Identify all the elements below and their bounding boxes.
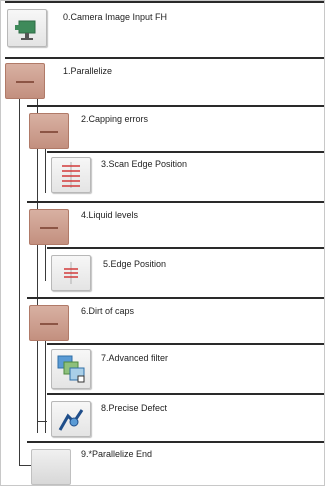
flow-item-label: 6.Dirt of caps <box>81 306 135 316</box>
flow-item-label: 1.Parallelize <box>63 66 113 76</box>
flow-item-label: 8.Precise Defect <box>101 403 168 413</box>
precise-defect-icon <box>51 401 91 437</box>
flow-item-edge-position[interactable]: 5.Edge Position <box>1 247 324 293</box>
flow-item-label: 0.Camera Image Input FH <box>63 12 168 22</box>
parallelize-icon <box>29 113 69 149</box>
flow-item-label: 9.*Parallelize End <box>81 449 153 459</box>
flow-item-label: 4.Liquid levels <box>81 210 139 220</box>
parallelize-icon <box>29 305 69 341</box>
flow-item-advanced-filter[interactable]: 7.Advanced filter <box>1 343 324 389</box>
flow-panel: 0.Camera Image Input FH 1.Parallelize 2.… <box>0 0 325 486</box>
flow-item-liquid-levels[interactable]: 4.Liquid levels <box>1 201 324 247</box>
scan-edge-icon <box>51 157 91 193</box>
flow-item-camera-image-input[interactable]: 0.Camera Image Input FH <box>1 1 324 47</box>
flow-item-label: 2.Capping errors <box>81 114 149 124</box>
flow-item-dirt-of-caps[interactable]: 6.Dirt of caps <box>1 297 324 343</box>
flow-item-capping-errors[interactable]: 2.Capping errors <box>1 105 324 151</box>
flow-item-parallelize-end[interactable]: 9.*Parallelize End <box>1 441 324 487</box>
flow-item-precise-defect[interactable]: 8.Precise Defect <box>1 393 324 439</box>
parallelize-icon <box>5 63 45 99</box>
flow-item-label: 5.Edge Position <box>103 259 167 269</box>
flow-item-scan-edge-position[interactable]: 3.Scan Edge Position <box>1 151 324 197</box>
parallelize-icon <box>29 209 69 245</box>
parallelize-end-icon <box>31 449 71 485</box>
flow-item-parallelize[interactable]: 1.Parallelize <box>1 57 324 103</box>
flow-item-label: 3.Scan Edge Position <box>101 159 188 169</box>
flow-item-label: 7.Advanced filter <box>101 353 169 363</box>
edge-position-icon <box>51 255 91 291</box>
advanced-filter-icon <box>51 349 91 389</box>
camera-icon <box>7 9 47 47</box>
